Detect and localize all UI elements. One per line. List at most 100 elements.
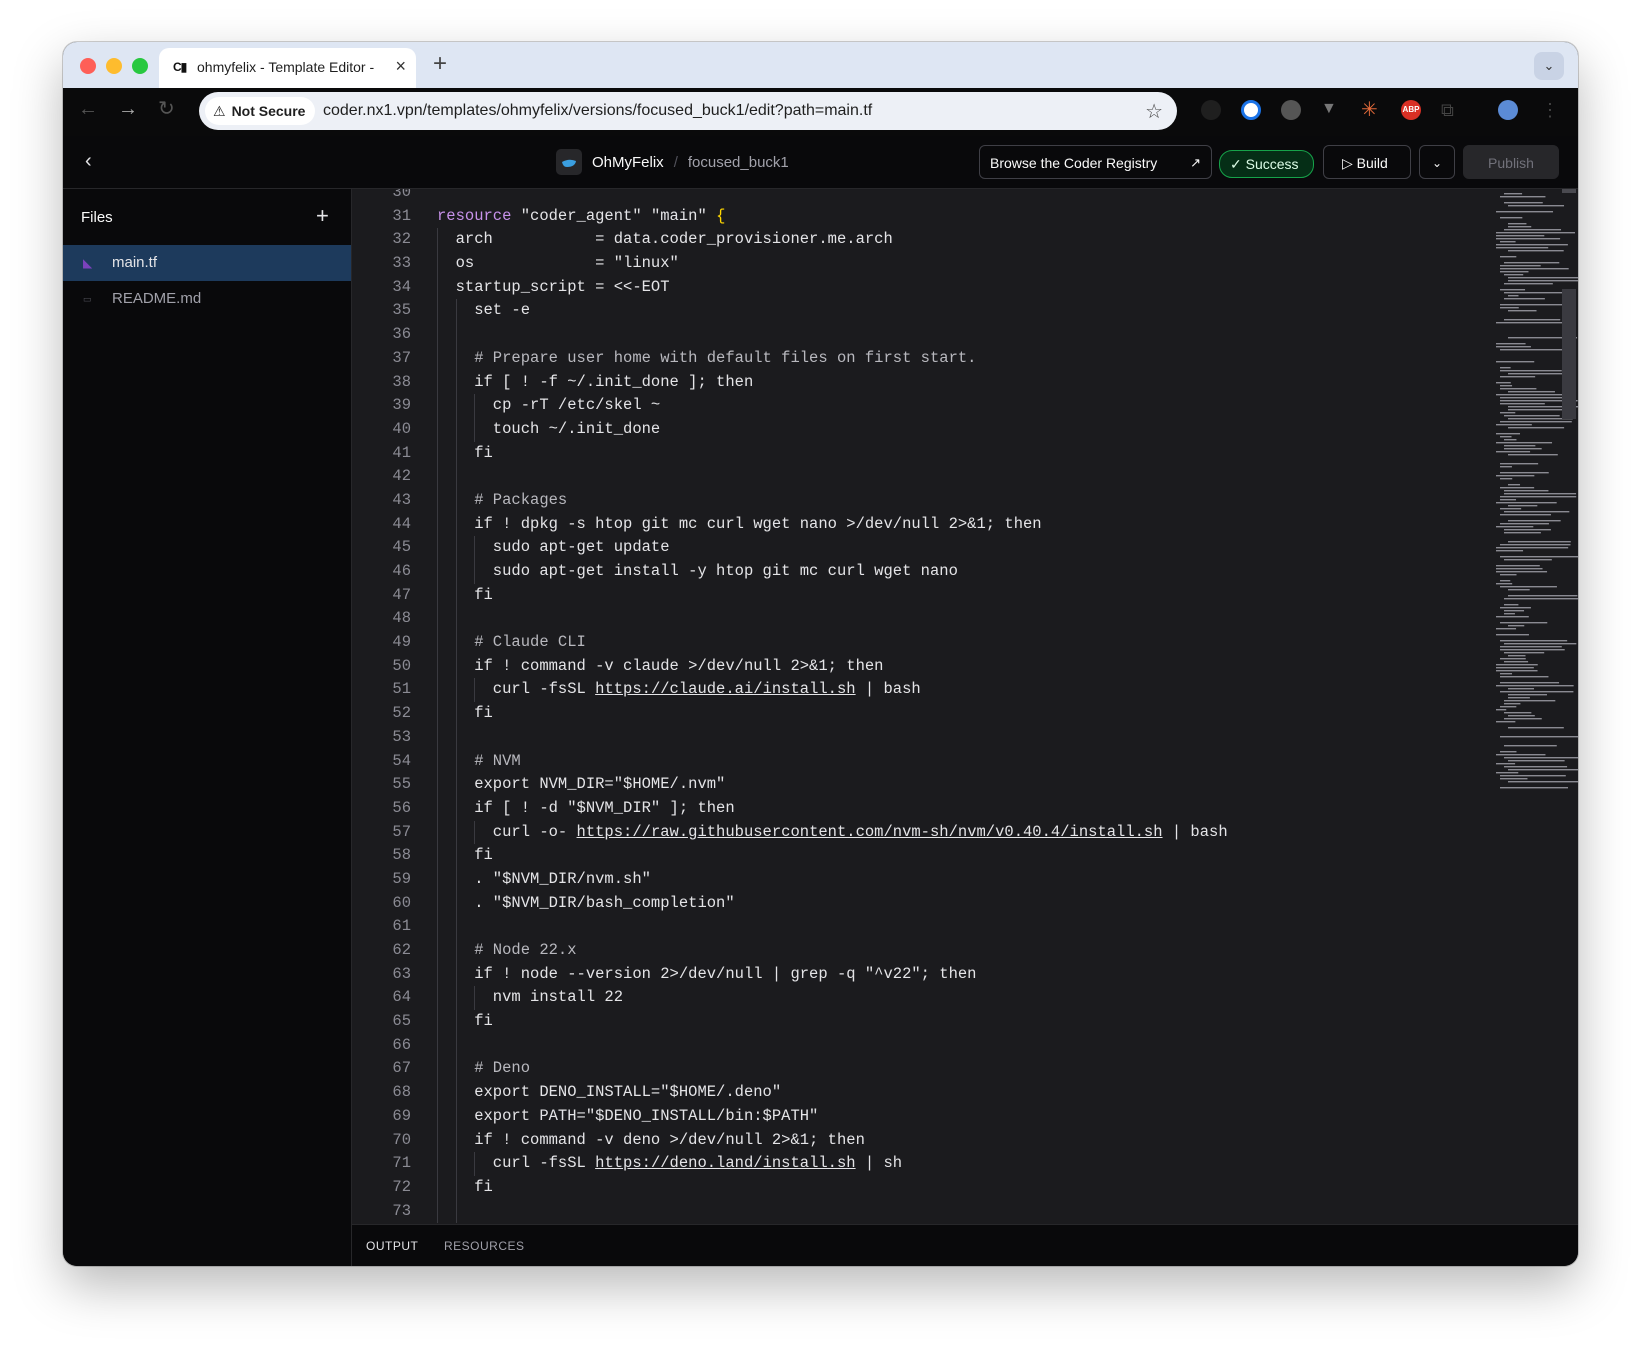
code-editor[interactable]: 30 31 resource "coder_agent" "main" {32 ar… <box>352 189 1578 1224</box>
minimap-line <box>1504 274 1524 276</box>
indent-guide <box>437 915 438 939</box>
minimap-line <box>1500 556 1578 558</box>
new-tab-button[interactable]: + <box>433 51 447 77</box>
line-code: resource "coder_agent" "main" { <box>437 206 726 225</box>
minimap-line <box>1496 451 1531 453</box>
minimap-line <box>1500 646 1562 648</box>
editor-minimap[interactable] <box>1492 189 1578 829</box>
indent-guide <box>437 631 438 655</box>
tab-resources[interactable]: RESOURCES <box>444 1239 525 1253</box>
code-line: 68 export DENO_INSTALL="$HOME/.deno" <box>352 1081 781 1105</box>
minimap-line <box>1500 544 1571 546</box>
minimap-line <box>1504 193 1523 195</box>
minimap-line <box>1500 241 1516 243</box>
indent-guide <box>437 867 438 892</box>
line-number: 70 <box>392 1130 411 1149</box>
indent-guide <box>455 417 457 442</box>
line-code: # Prepare user home with default files o… <box>437 348 977 367</box>
build-options-dropdown[interactable]: ⌄ <box>1419 145 1455 179</box>
code-line: 31 resource "coder_agent" "main" { <box>352 205 725 229</box>
code-line: 36 <box>352 323 457 347</box>
minimap-line <box>1504 604 1519 606</box>
adblock-icon[interactable]: ABP <box>1401 100 1421 120</box>
claude-extension-icon[interactable]: ✳ <box>1361 100 1381 120</box>
browser-tab[interactable]: C▮ ohmyfelix - Template Editor - × <box>159 48 416 88</box>
code-line: 60 . "$NVM_DIR/bash_completion" <box>352 891 735 916</box>
template-name[interactable]: OhMyFelix <box>592 154 664 171</box>
line-code: startup_script = <<-EOT <box>437 277 670 296</box>
minimap-line <box>1500 682 1560 684</box>
code-line: 72 fi <box>352 1175 493 1200</box>
close-window-button[interactable] <box>80 58 96 74</box>
profile-avatar[interactable] <box>1498 100 1518 120</box>
minimap-line <box>1500 649 1565 651</box>
indent-guide <box>455 939 457 963</box>
browser-menu-icon[interactable]: ⋮ <box>1541 100 1561 120</box>
minimap-line <box>1500 376 1536 378</box>
code-line: 44 if ! dpkg -s htop git mc curl wget na… <box>352 512 1042 537</box>
indent-guide <box>455 323 457 347</box>
indent-guide <box>437 678 438 703</box>
minimap-line <box>1504 643 1577 645</box>
markdown-icon: ▭ <box>83 294 92 304</box>
indent-guide <box>474 986 476 1011</box>
line-code: if [ ! -d "$NVM_DIR" ]; then <box>437 798 735 817</box>
file-item-main-tf[interactable]: ◣ main.tf <box>63 245 351 281</box>
line-number: 63 <box>392 964 411 983</box>
extensions-puzzle-icon[interactable]: ⧉ <box>1441 100 1461 120</box>
minimap-line <box>1496 583 1513 585</box>
minimap-line <box>1500 466 1512 468</box>
vertical-scrollbar[interactable] <box>1562 289 1576 419</box>
security-chip[interactable]: ⚠ Not Secure <box>205 97 316 125</box>
add-file-icon[interactable]: + <box>316 203 329 229</box>
maximize-window-button[interactable] <box>132 58 148 74</box>
url-text[interactable]: coder.nx1.vpn/templates/ohmyfelix/versio… <box>323 102 872 120</box>
line-code: set -e <box>437 301 531 320</box>
indent-guide <box>474 394 476 418</box>
minimap-line <box>1500 751 1517 753</box>
tab-search-button[interactable]: ⌄ <box>1534 52 1564 80</box>
file-sidebar: Files + ◣ main.tf ▭ README.md <box>63 189 352 1266</box>
minimap-line <box>1496 628 1517 630</box>
indent-guide <box>437 370 438 395</box>
line-code: touch ~/.init_done <box>437 419 661 438</box>
bookmark-star-icon[interactable]: ☆ <box>1145 99 1163 124</box>
back-chevron-icon[interactable]: ‹ <box>85 150 92 173</box>
terraform-icon: ◣ <box>83 256 93 270</box>
bug-extension-icon[interactable] <box>1281 100 1301 120</box>
build-button[interactable]: ▷ Build <box>1323 145 1411 179</box>
minimap-line <box>1508 409 1563 411</box>
minimap-line <box>1496 772 1519 774</box>
tab-title: ohmyfelix - Template Editor - <box>197 59 375 75</box>
minimize-window-button[interactable] <box>106 58 122 74</box>
indent-guide <box>455 1152 457 1176</box>
indent-guide <box>437 228 438 253</box>
forward-arrow-icon[interactable]: → <box>118 99 138 119</box>
indent-guide <box>455 1033 457 1058</box>
minimap-line <box>1508 541 1571 543</box>
minimap-line <box>1496 247 1549 249</box>
indent-guide <box>455 1081 457 1105</box>
line-code: curl -fsSL https://claude.ai/install.sh … <box>437 680 921 699</box>
tab-output[interactable]: OUTPUT <box>366 1239 418 1253</box>
tab-close-icon[interactable]: × <box>395 56 406 76</box>
file-item-readme[interactable]: ▭ README.md <box>63 281 351 317</box>
address-bar[interactable]: ⚠ Not Secure coder.nx1.vpn/templates/ohmy… <box>199 92 1177 130</box>
browse-registry-button[interactable]: Browse the Coder Registry ↗ <box>979 145 1212 179</box>
minimap-line <box>1500 421 1572 423</box>
extension-dark-icon[interactable] <box>1201 100 1221 120</box>
vue-devtools-icon[interactable]: ▼ <box>1321 100 1339 118</box>
publish-button[interactable]: Publish <box>1463 145 1559 179</box>
line-number: 31 <box>392 206 411 225</box>
indent-guide <box>455 346 457 371</box>
minimap-line <box>1504 490 1549 492</box>
indent-guide <box>455 986 457 1011</box>
indent-guide <box>437 654 438 679</box>
password-manager-icon[interactable] <box>1241 100 1261 120</box>
indent-guide <box>455 962 457 987</box>
reload-icon[interactable]: ↻ <box>158 99 175 119</box>
back-arrow-icon[interactable]: ← <box>78 99 98 119</box>
line-number: 38 <box>392 372 411 391</box>
line-number: 72 <box>392 1177 411 1196</box>
indent-guide <box>455 370 457 395</box>
